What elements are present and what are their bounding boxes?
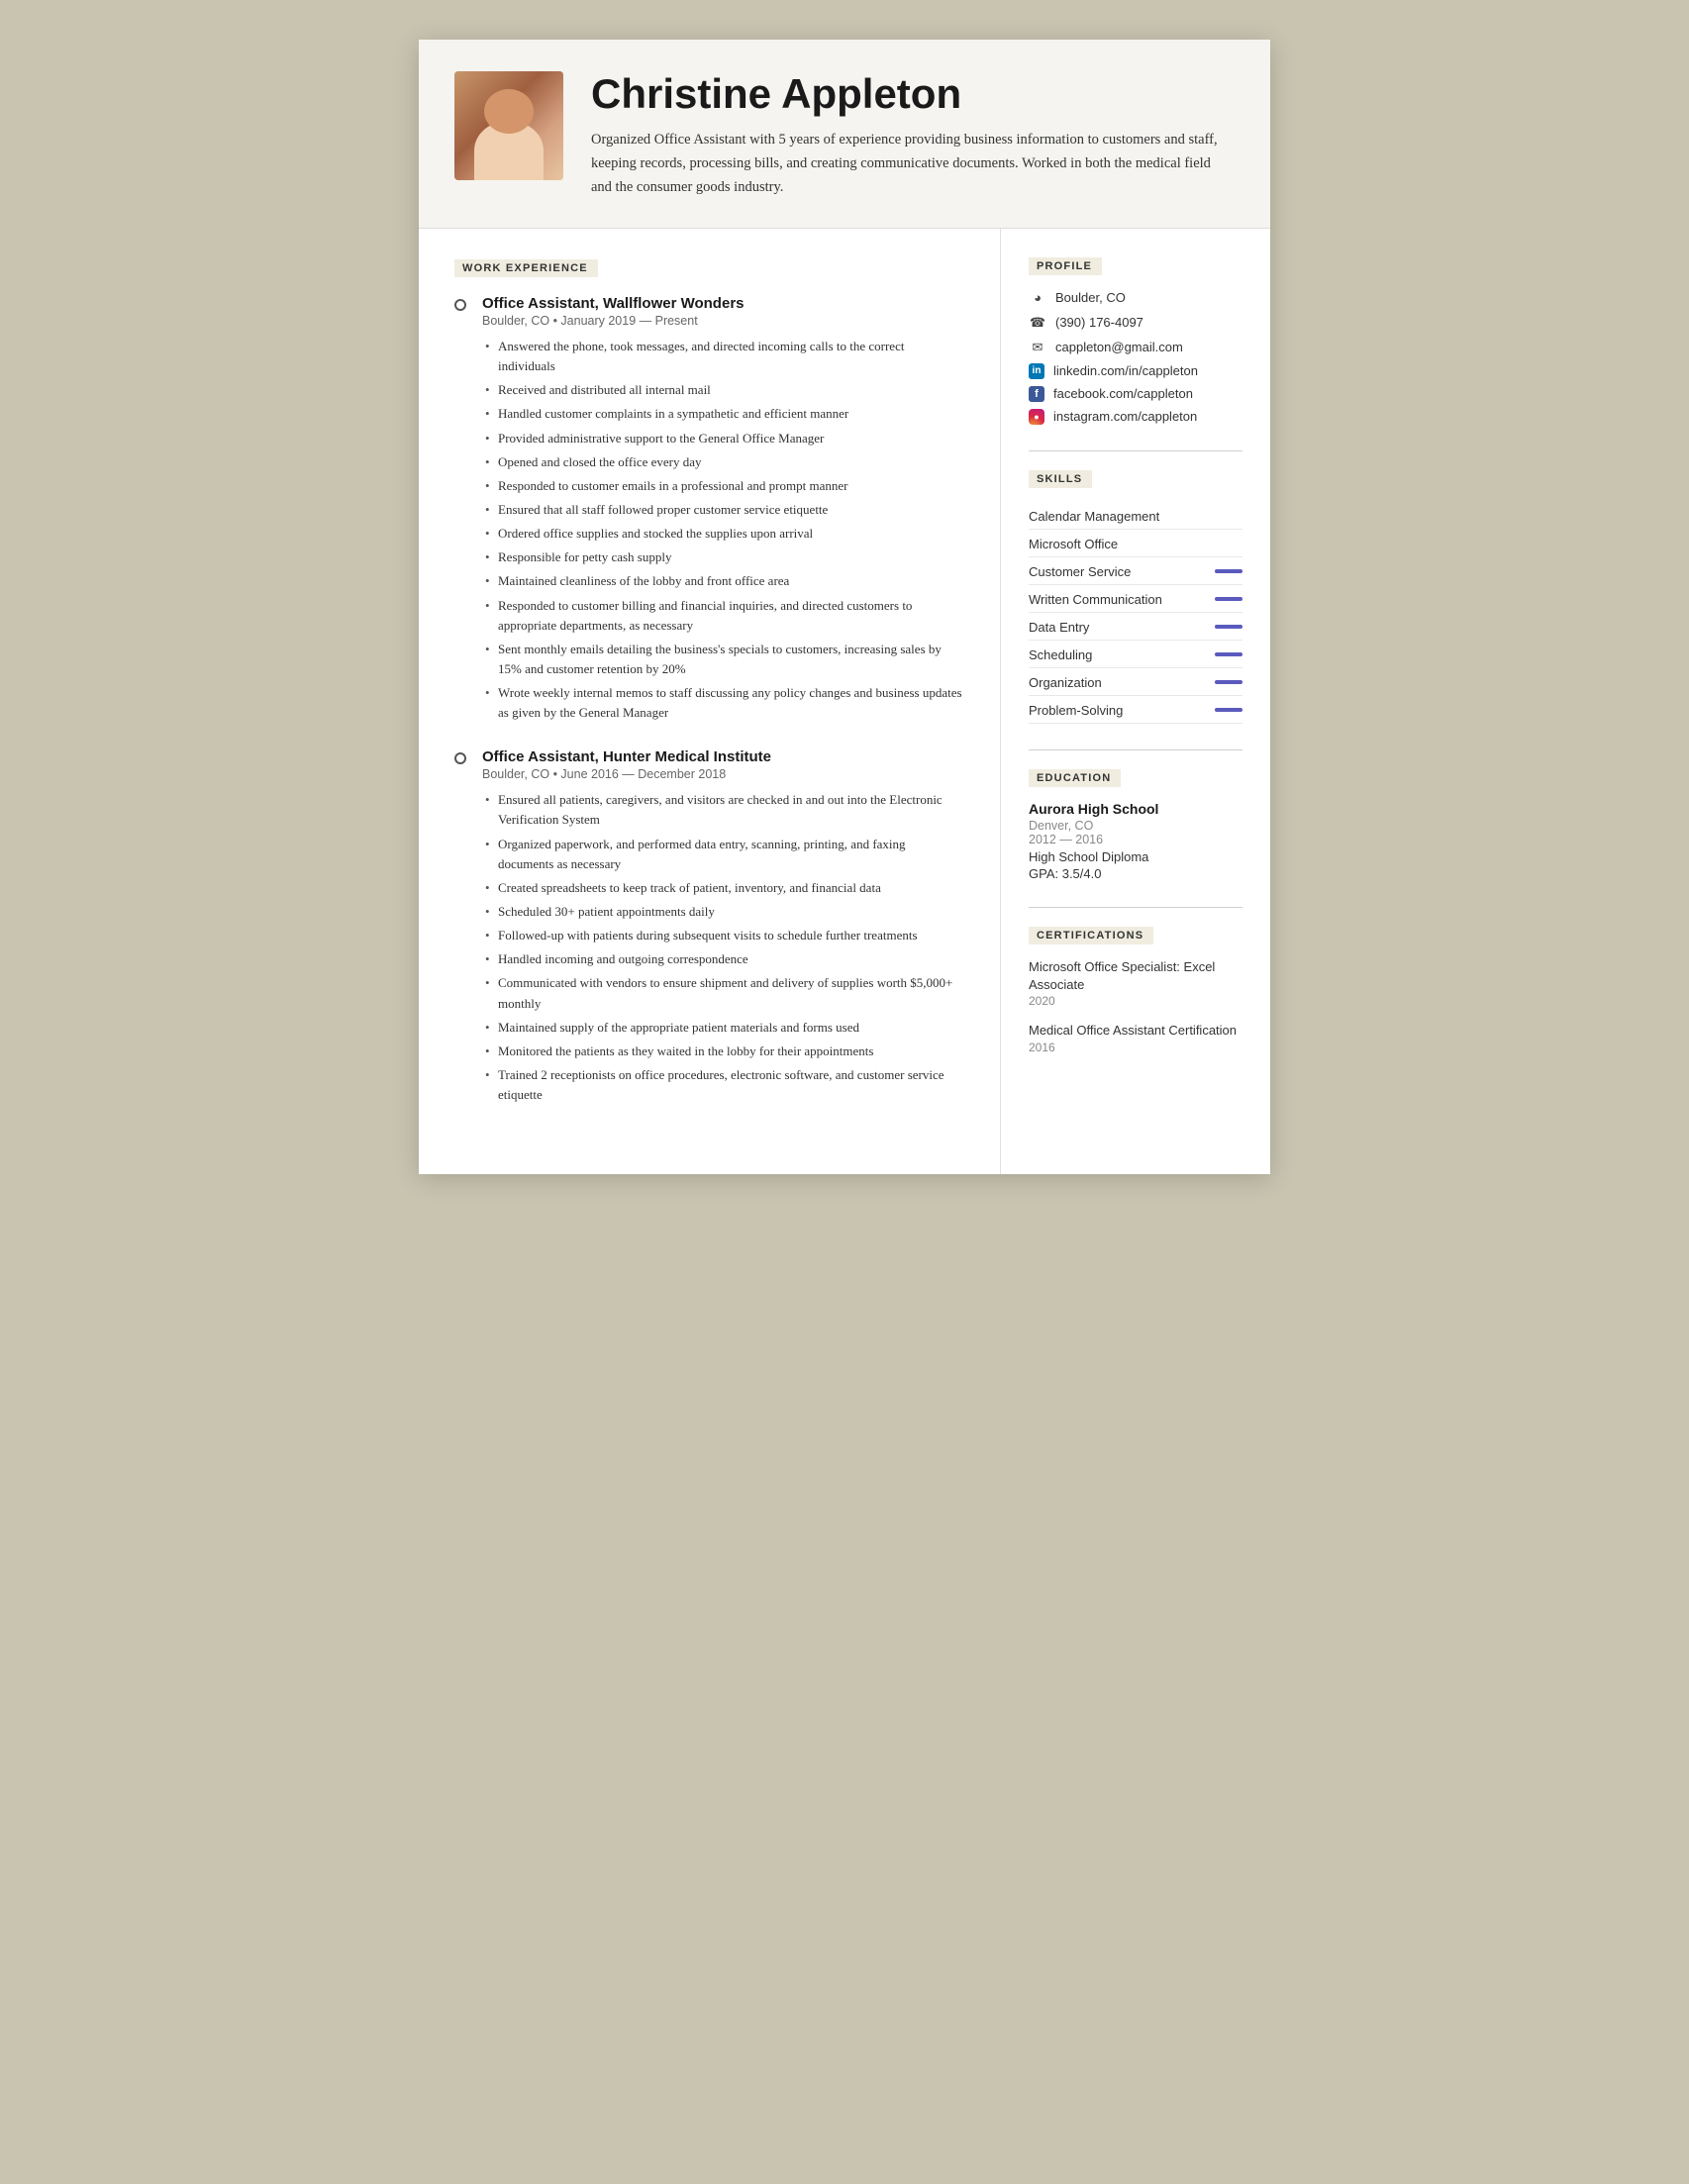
applicant-name: Christine Appleton [591,71,1231,117]
edu-location: Denver, CO [1029,819,1242,833]
job-meta-1: Boulder, CO • January 2019 — Present [482,314,964,328]
skill-bar-7 [1215,708,1242,712]
profile-email: ✉ cappleton@gmail.com [1029,339,1242,356]
bullet: Sent monthly emails detailing the busine… [482,640,964,679]
profile-facebook: f facebook.com/cappleton [1029,386,1242,402]
skill-item-6: Organization [1029,668,1242,696]
bullet: Opened and closed the office every day [482,452,964,472]
cert-year-1: 2016 [1029,1041,1242,1054]
profile-section: PROFILE ◕ Boulder, CO ☎ (390) 176-4097 ✉… [1029,256,1242,425]
education-label: EDUCATION [1029,769,1121,787]
profile-location: ◕ Boulder, CO [1029,289,1242,307]
skill-bar-2 [1215,569,1242,573]
email-icon: ✉ [1029,339,1046,356]
divider-1 [1029,450,1242,451]
bullet: Ensured all patients, caregivers, and vi… [482,790,964,830]
skill-item-0: Calendar Management [1029,502,1242,530]
work-experience-section: WORK EXPERIENCE Office Assistant, Wallfl… [454,258,964,1105]
bullet: Organized paperwork, and performed data … [482,835,964,874]
left-column: WORK EXPERIENCE Office Assistant, Wallfl… [419,229,1001,1174]
edu-gpa: GPA: 3.5/4.0 [1029,866,1242,881]
skill-item-5: Scheduling [1029,641,1242,668]
skills-section: SKILLS Calendar Management Microsoft Off… [1029,469,1242,724]
edu-years: 2012 — 2016 [1029,833,1242,846]
cert-entry-0: Microsoft Office Specialist: Excel Assoc… [1029,958,1242,1008]
cert-entry-1: Medical Office Assistant Certification 2… [1029,1022,1242,1053]
divider-2 [1029,749,1242,750]
job-entry-1: Office Assistant, Wallflower Wonders Bou… [454,295,964,723]
profile-label: PROFILE [1029,257,1102,275]
skill-item-2: Customer Service [1029,557,1242,585]
right-column: PROFILE ◕ Boulder, CO ☎ (390) 176-4097 ✉… [1001,229,1270,1174]
skill-item-4: Data Entry [1029,613,1242,641]
facebook-icon: f [1029,386,1044,402]
skill-bar-4 [1215,625,1242,629]
skill-item-1: Microsoft Office [1029,530,1242,557]
job-bullets-1: Answered the phone, took messages, and d… [482,337,964,723]
certifications-section: CERTIFICATIONS Microsoft Office Speciali… [1029,926,1242,1054]
skills-label: SKILLS [1029,470,1092,488]
applicant-summary: Organized Office Assistant with 5 years … [591,129,1231,200]
bullet: Maintained cleanliness of the lobby and … [482,571,964,591]
bullet: Handled customer complaints in a sympath… [482,404,964,424]
bullet: Provided administrative support to the G… [482,429,964,448]
phone-icon: ☎ [1029,314,1046,332]
bullet: Wrote weekly internal memos to staff dis… [482,683,964,723]
cert-name-0: Microsoft Office Specialist: Excel Assoc… [1029,958,1242,994]
edu-degree: High School Diploma [1029,849,1242,864]
bullet: Followed-up with patients during subsequ… [482,926,964,945]
job-meta-2: Boulder, CO • June 2016 — December 2018 [482,767,964,781]
instagram-icon: ● [1029,409,1044,425]
bullet: Answered the phone, took messages, and d… [482,337,964,376]
profile-photo [454,71,563,180]
bullet: Created spreadsheets to keep track of pa… [482,878,964,898]
job-bullets-2: Ensured all patients, caregivers, and vi… [482,790,964,1105]
cert-name-1: Medical Office Assistant Certification [1029,1022,1242,1040]
header-text: Christine Appleton Organized Office Assi… [591,71,1231,200]
bullet: Monitored the patients as they waited in… [482,1042,964,1061]
edu-school: Aurora High School [1029,801,1242,817]
profile-phone: ☎ (390) 176-4097 [1029,314,1242,332]
divider-3 [1029,907,1242,908]
bullet: Trained 2 receptionists on office proced… [482,1065,964,1105]
bullet: Received and distributed all internal ma… [482,380,964,400]
certifications-label: CERTIFICATIONS [1029,927,1153,944]
profile-instagram: ● instagram.com/cappleton [1029,409,1242,425]
job-dot-1 [454,299,466,311]
bullet: Responded to customer emails in a profes… [482,476,964,496]
bullet: Scheduled 30+ patient appointments daily [482,902,964,922]
bullet: Responsible for petty cash supply [482,547,964,567]
job-entry-2: Office Assistant, Hunter Medical Institu… [454,748,964,1105]
bullet: Maintained supply of the appropriate pat… [482,1018,964,1038]
bullet: Ordered office supplies and stocked the … [482,524,964,544]
cert-year-0: 2020 [1029,994,1242,1008]
skill-bar-5 [1215,652,1242,656]
bullet: Communicated with vendors to ensure ship… [482,973,964,1013]
header-section: Christine Appleton Organized Office Assi… [419,40,1270,229]
resume-container: Christine Appleton Organized Office Assi… [419,40,1270,1174]
bullet: Responded to customer billing and financ… [482,596,964,636]
bullet: Handled incoming and outgoing correspond… [482,949,964,969]
bullet: Ensured that all staff followed proper c… [482,500,964,520]
skill-item-3: Written Communication [1029,585,1242,613]
job-dot-2 [454,752,466,764]
skill-bar-3 [1215,597,1242,601]
skill-item-7: Problem-Solving [1029,696,1242,724]
profile-linkedin: in linkedin.com/in/cappleton [1029,363,1242,379]
work-experience-label: WORK EXPERIENCE [454,259,598,277]
body-section: WORK EXPERIENCE Office Assistant, Wallfl… [419,229,1270,1174]
location-icon: ◕ [1029,289,1046,307]
education-section: EDUCATION Aurora High School Denver, CO … [1029,768,1242,881]
linkedin-icon: in [1029,363,1044,379]
job-title-1: Office Assistant, Wallflower Wonders [482,295,964,312]
job-title-2: Office Assistant, Hunter Medical Institu… [482,748,964,765]
skill-bar-6 [1215,680,1242,684]
